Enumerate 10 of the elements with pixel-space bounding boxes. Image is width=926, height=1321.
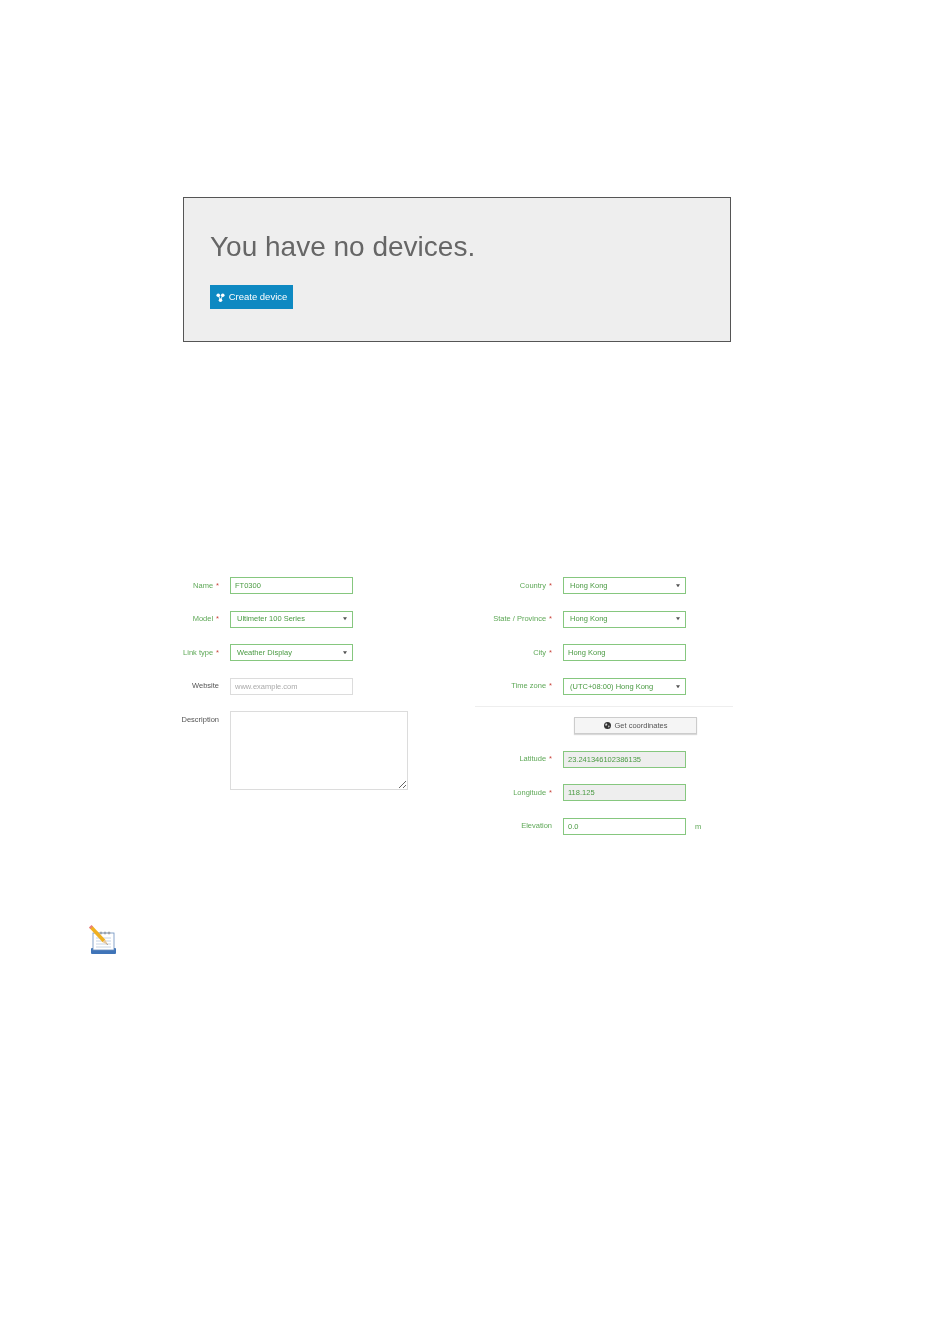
caret-icon (343, 617, 347, 621)
globe-icon (603, 721, 611, 729)
caret-icon (343, 650, 347, 655)
caret-icon (676, 617, 680, 621)
textarea-field[interactable] (230, 711, 408, 791)
create-device-button[interactable]: Create device (210, 285, 293, 309)
caret-icon (676, 583, 680, 588)
caret-icon (676, 684, 680, 689)
nodes-icon (215, 292, 225, 302)
empty-state-heading: You have no devices. (210, 231, 476, 263)
